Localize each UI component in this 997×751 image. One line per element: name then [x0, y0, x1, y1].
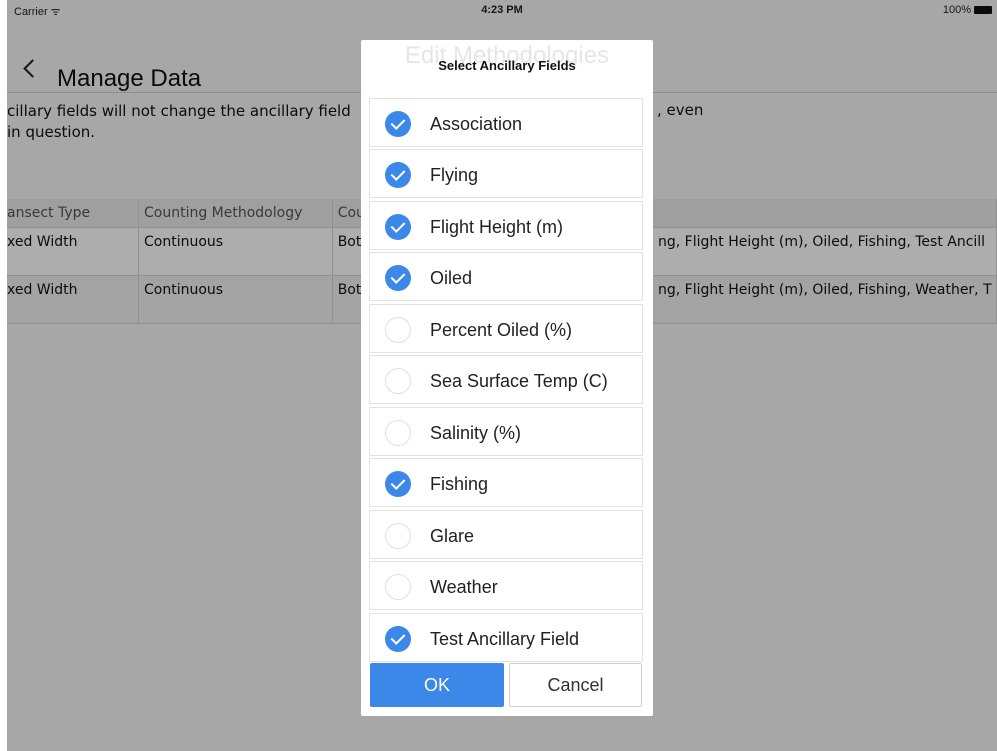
list-item-label: Sea Surface Temp (C) — [430, 371, 608, 391]
list-item-glare[interactable]: Glare — [369, 510, 643, 559]
checkbox-circle-icon[interactable] — [385, 523, 411, 549]
checkbox-circle-icon[interactable] — [385, 420, 411, 446]
list-item-label: Percent Oiled (%) — [430, 320, 573, 340]
dialog-title: Select Ancillary Fields — [438, 58, 576, 73]
list-item-oiled[interactable]: Oiled — [369, 252, 643, 301]
list-item-label: Flying — [430, 165, 479, 185]
list-item-label: Salinity (%) — [430, 423, 522, 443]
checkmark-icon[interactable] — [385, 626, 411, 652]
checkbox-circle-icon[interactable] — [385, 317, 411, 343]
checkmark-icon[interactable] — [385, 265, 411, 291]
list-item-flight-height[interactable]: Flight Height (m) — [369, 201, 643, 250]
list-item-fishing[interactable]: Fishing — [369, 458, 643, 507]
list-item-salinity[interactable]: Salinity (%) — [369, 407, 643, 456]
list-item-label: Oiled — [430, 268, 473, 288]
ancillary-field-list[interactable]: Association Flying Flight Height (m) Oil… — [369, 98, 643, 694]
ok-button[interactable]: OK — [370, 663, 504, 707]
list-item-test-ancillary-field[interactable]: Test Ancillary Field — [369, 613, 643, 662]
select-ancillary-fields-dialog: Edit Methodologies Select Ancillary Fiel… — [361, 40, 653, 716]
list-item-percent-oiled[interactable]: Percent Oiled (%) — [369, 304, 643, 353]
list-item-weather[interactable]: Weather — [369, 561, 643, 610]
list-item-label: Association — [430, 114, 523, 134]
checkmark-icon[interactable] — [385, 162, 411, 188]
checkmark-icon[interactable] — [385, 471, 411, 497]
list-item-label: Flight Height (m) — [430, 217, 564, 237]
checkmark-icon[interactable] — [385, 111, 411, 137]
list-item-sea-surface-temp[interactable]: Sea Surface Temp (C) — [369, 355, 643, 404]
list-item-label: Fishing — [430, 474, 489, 494]
list-item-flying[interactable]: Flying — [369, 149, 643, 198]
list-item-label: Glare — [430, 526, 475, 546]
checkbox-circle-icon[interactable] — [385, 368, 411, 394]
checkmark-icon[interactable] — [385, 214, 411, 240]
list-item-association[interactable]: Association — [369, 98, 643, 147]
cancel-button[interactable]: Cancel — [509, 663, 642, 707]
list-item-label: Weather — [430, 577, 498, 597]
list-item-label: Test Ancillary Field — [430, 629, 580, 649]
checkbox-circle-icon[interactable] — [385, 574, 411, 600]
